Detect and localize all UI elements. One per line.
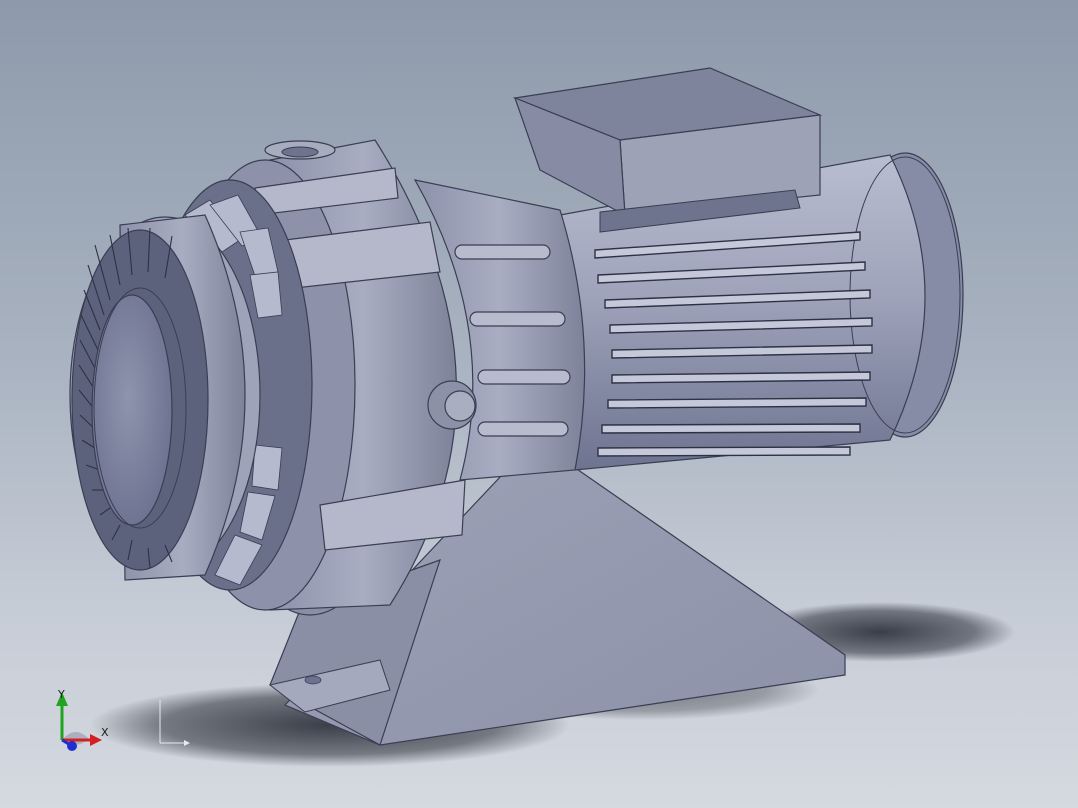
inlet-flange[interactable] <box>264 140 336 160</box>
triad-icon <box>56 692 102 751</box>
graphics-viewport[interactable]: Y X <box>0 0 1078 808</box>
reference-axes-icon <box>150 695 200 760</box>
terminal-box[interactable] <box>512 67 823 233</box>
x-axis-label: X <box>101 726 109 739</box>
vacuum-pump-model[interactable] <box>0 0 1078 808</box>
coordinate-triad: Y X <box>40 680 130 760</box>
y-axis-label: Y <box>58 688 65 701</box>
side-port[interactable] <box>427 380 477 430</box>
